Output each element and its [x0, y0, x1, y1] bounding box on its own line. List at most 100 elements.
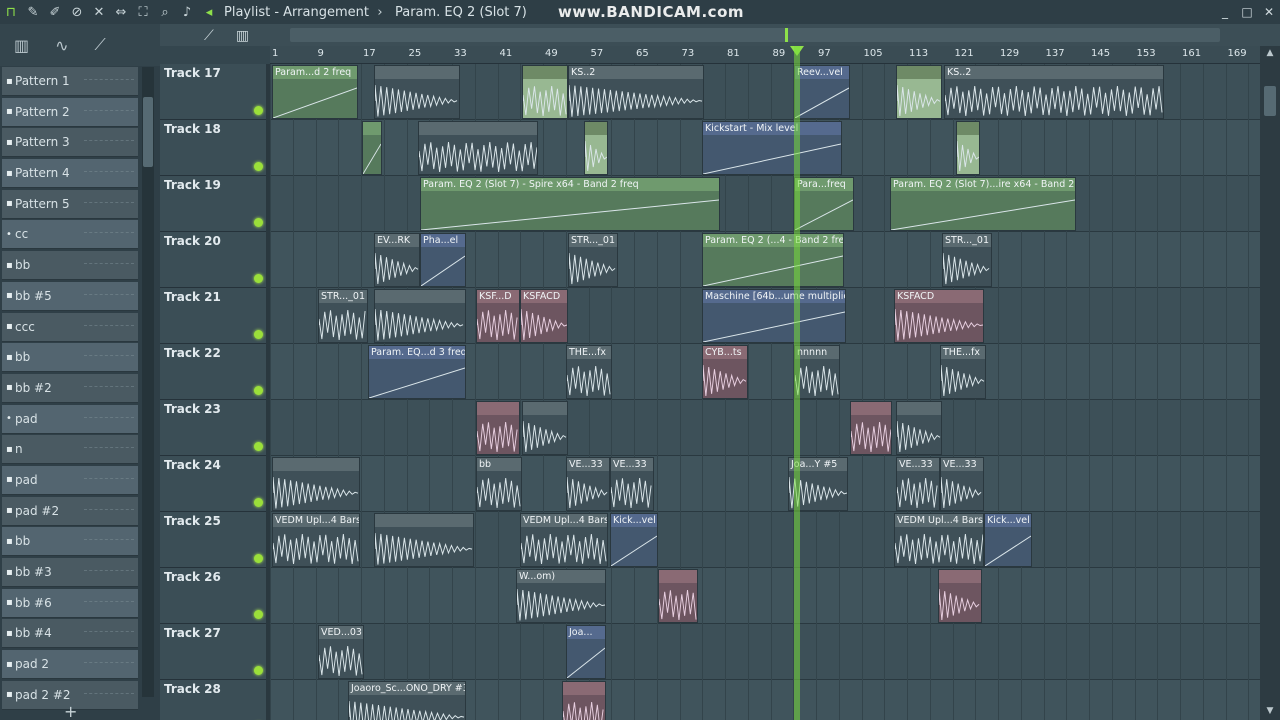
playlist-clip[interactable]: VE...33: [896, 457, 940, 511]
playlist-clip[interactable]: W...om): [516, 569, 606, 623]
playlist-clip[interactable]: Param. EQ...d 3 freq: [368, 345, 466, 399]
playlist-clip[interactable]: Kick...vel: [610, 513, 658, 567]
playlist-clip[interactable]: Param. EQ 2 (Slot 7)...ire x64 - Band 2 …: [890, 177, 1076, 231]
playlist-clip[interactable]: VE...33: [610, 457, 654, 511]
arrow-icon[interactable]: ◂: [198, 0, 220, 24]
select-icon[interactable]: ⛶: [132, 0, 154, 24]
track-header[interactable]: Track 22: [160, 344, 270, 400]
playhead-line[interactable]: [794, 46, 800, 720]
track-header[interactable]: Track 24: [160, 456, 270, 512]
track-enable-led[interactable]: [254, 162, 263, 171]
pattern-item[interactable]: ▪ pad 2: [2, 650, 138, 680]
playlist-grid[interactable]: Param...d 2 freq KS..2 Reev...vel KS..2 Kick…: [270, 64, 1260, 720]
track-enable-led[interactable]: [254, 274, 263, 283]
playlist-clip[interactable]: Param...d 2 freq: [272, 65, 358, 119]
playlist-clip[interactable]: Para...freq: [794, 177, 854, 231]
scroll-thumb[interactable]: [1264, 86, 1276, 116]
playlist-clip[interactable]: Param. EQ 2 (...4 - Band 2 freq: [702, 233, 844, 287]
playlist-clip[interactable]: VE...33: [566, 457, 610, 511]
track-enable-led[interactable]: [254, 610, 263, 619]
pattern-item[interactable]: ▪ Pattern 5: [2, 189, 138, 219]
playlist-clip[interactable]: Joaoro_Sc...ONO_DRY #3: [348, 681, 466, 720]
playlist-clip[interactable]: [938, 569, 982, 623]
playlist-clip[interactable]: [272, 457, 360, 511]
scroll-thumb[interactable]: [143, 97, 153, 167]
playlist-clip[interactable]: [896, 401, 942, 455]
playlist-clip[interactable]: [584, 121, 608, 175]
draw-icon[interactable]: ⟋: [204, 28, 214, 44]
pattern-item[interactable]: ▪ ccc: [2, 312, 138, 342]
track-enable-led[interactable]: [254, 666, 263, 675]
playlist-clip[interactable]: KSFACD: [520, 289, 568, 343]
pattern-item[interactable]: • pad: [2, 404, 138, 434]
brush-icon[interactable]: ✐: [44, 0, 66, 24]
playlist-clip[interactable]: [418, 121, 538, 175]
pattern-item[interactable]: ▪ Pattern 3: [2, 128, 138, 158]
playlist-clip[interactable]: Maschine [64b...ume multiplier: [702, 289, 846, 343]
playlist-clip[interactable]: STR..._01: [568, 233, 618, 287]
song-overview[interactable]: [290, 28, 1220, 42]
playlist-clip[interactable]: [956, 121, 980, 175]
pattern-item[interactable]: ▪ bb #6: [2, 588, 138, 618]
scroll-up-icon[interactable]: ▲: [1264, 48, 1276, 60]
delete-icon[interactable]: ⊘: [66, 0, 88, 24]
track-header[interactable]: Track 20: [160, 232, 270, 288]
add-pattern-button[interactable]: +: [64, 702, 77, 720]
playlist-clip[interactable]: [374, 513, 474, 567]
pattern-item[interactable]: ▪ n: [2, 435, 138, 465]
playlist-clip[interactable]: VE...33: [940, 457, 984, 511]
playlist-clip[interactable]: Param. EQ 2 (Slot 7) - Spire x64 - Band …: [420, 177, 720, 231]
slip-icon[interactable]: ⇔: [110, 0, 132, 24]
audio-mode-icon[interactable]: ∿: [55, 36, 68, 55]
track-header[interactable]: Track 25: [160, 512, 270, 568]
pattern-item[interactable]: ▪ bb #4: [2, 619, 138, 649]
track-header[interactable]: Track 21: [160, 288, 270, 344]
time-ruler[interactable]: 1 9 17 25 33 41 49 57 65 73 81 89 97 105 113 121 129 137 1…: [270, 46, 1260, 64]
step-icon[interactable]: ▥: [236, 28, 249, 44]
playlist-clip[interactable]: [476, 401, 520, 455]
playlist-clip[interactable]: Reev...vel: [794, 65, 850, 119]
track-header[interactable]: Track 23: [160, 400, 270, 456]
close-button[interactable]: ✕: [1258, 0, 1280, 24]
vertical-scrollbar[interactable]: ▲ ▼: [1260, 46, 1280, 720]
pattern-item[interactable]: • cc: [2, 220, 138, 250]
pattern-item[interactable]: ▪ Pattern 1: [2, 67, 138, 96]
pattern-item[interactable]: ▪ bb: [2, 527, 138, 557]
track-header[interactable]: Track 28: [160, 680, 270, 720]
maximize-button[interactable]: □: [1236, 0, 1258, 24]
playlist-clip[interactable]: [850, 401, 892, 455]
playlist-clip[interactable]: EV...RK: [374, 233, 420, 287]
playlist-clip[interactable]: [374, 289, 466, 343]
pattern-item[interactable]: ▪ bb: [2, 251, 138, 281]
track-header[interactable]: Track 19: [160, 176, 270, 232]
track-enable-led[interactable]: [254, 498, 263, 507]
pattern-item[interactable]: ▪ pad #2: [2, 496, 138, 526]
track-header[interactable]: Track 26: [160, 568, 270, 624]
playlist-clip[interactable]: Kick...vel: [984, 513, 1032, 567]
playlist-clip[interactable]: [522, 65, 568, 119]
track-header[interactable]: Track 17: [160, 64, 270, 120]
track-enable-led[interactable]: [254, 106, 263, 115]
track-enable-led[interactable]: [254, 330, 263, 339]
pencil-icon[interactable]: ✎: [22, 0, 44, 24]
playlist-clip[interactable]: [896, 65, 942, 119]
playlist-clip[interactable]: [362, 121, 382, 175]
pattern-item[interactable]: ▪ pad: [2, 465, 138, 495]
scroll-down-icon[interactable]: ▼: [1264, 706, 1276, 718]
zoom-icon[interactable]: ⌕: [154, 0, 176, 24]
playlist-clip[interactable]: THE...fx: [940, 345, 986, 399]
playlist-clip[interactable]: VEDM Upl...4 Bars: [272, 513, 360, 567]
track-enable-led[interactable]: [254, 218, 263, 227]
pattern-item[interactable]: ▪ Pattern 4: [2, 159, 138, 189]
pattern-item[interactable]: ▪ bb #3: [2, 558, 138, 587]
playlist-clip[interactable]: Pha...el: [420, 233, 466, 287]
pattern-item[interactable]: ▪ bb: [2, 343, 138, 373]
magnet-icon[interactable]: ⊓: [0, 0, 22, 24]
playlist-clip[interactable]: bb: [476, 457, 522, 511]
playlist-clip[interactable]: Joa...: [566, 625, 606, 679]
playlist-clip[interactable]: KS..2: [944, 65, 1164, 119]
playlist-clip[interactable]: [522, 401, 568, 455]
track-enable-led[interactable]: [254, 554, 263, 563]
playlist-clip[interactable]: nnnnn: [794, 345, 840, 399]
playlist-clip[interactable]: VEDM Upl...4 Bars: [894, 513, 984, 567]
